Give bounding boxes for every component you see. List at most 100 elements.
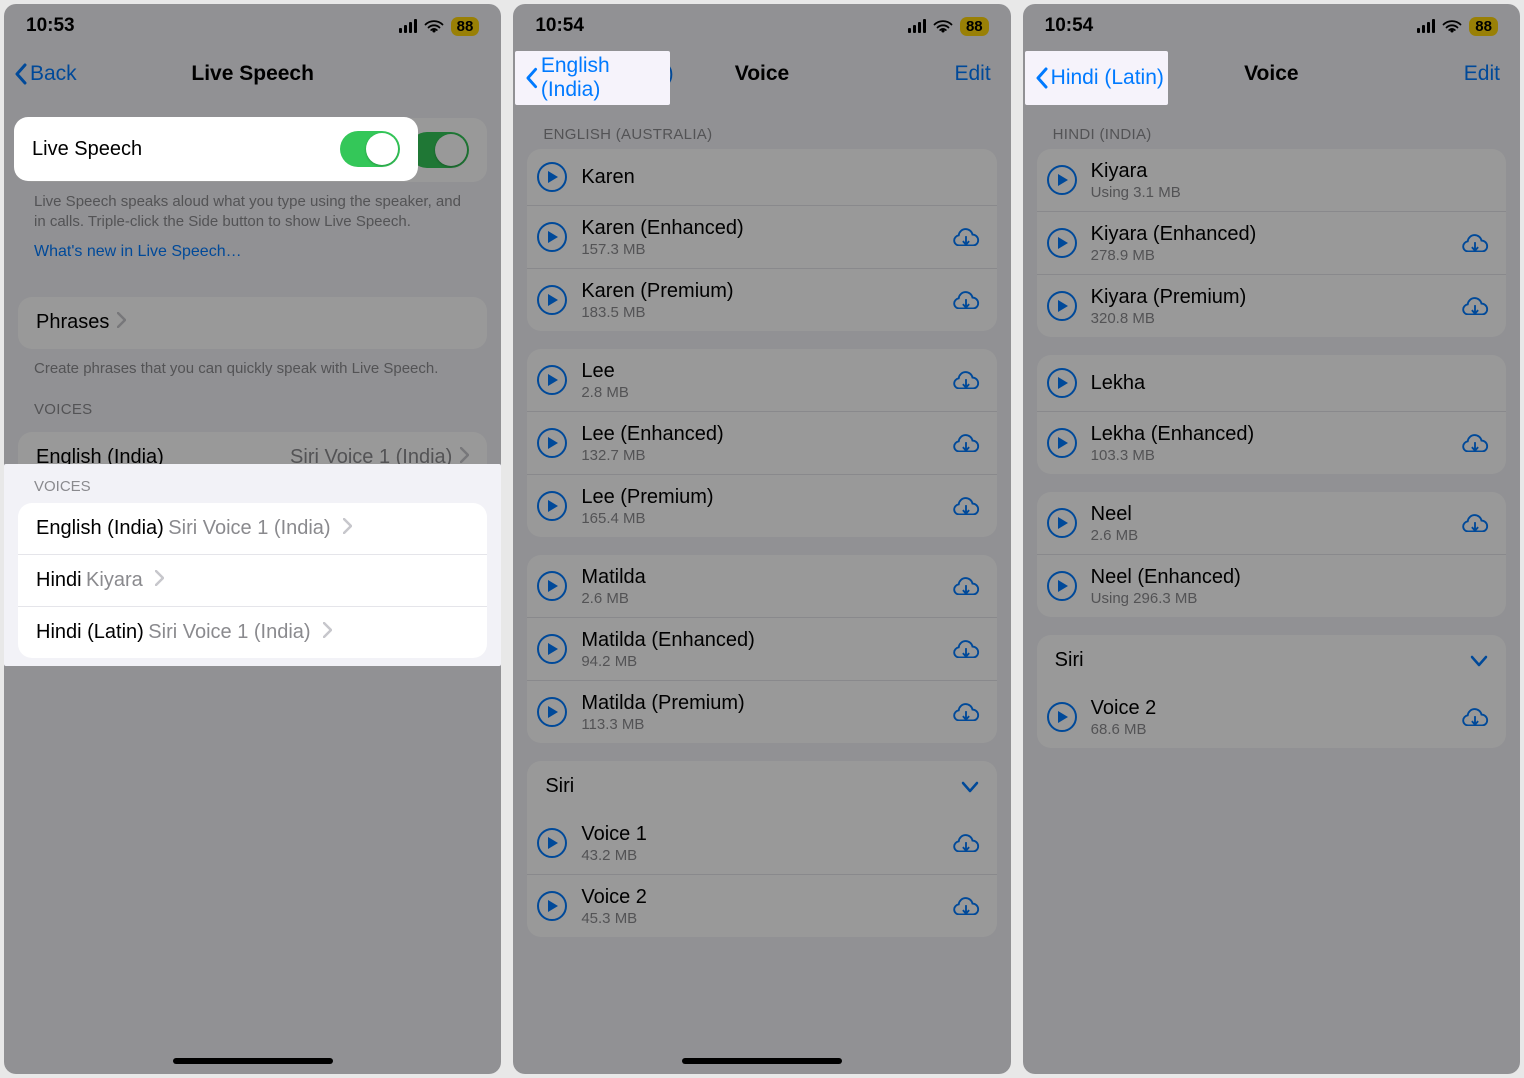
phrases-row[interactable]: Phrases (18, 297, 487, 349)
download-button[interactable] (951, 636, 981, 663)
voice-row[interactable]: Lekha (1037, 355, 1506, 411)
play-button[interactable] (1047, 228, 1077, 258)
voice-row[interactable]: Kiyara (Enhanced)278.9 MB (1037, 211, 1506, 274)
play-button[interactable] (537, 571, 567, 601)
voice-row[interactable]: KiyaraUsing 3.1 MB (1037, 149, 1506, 211)
play-button[interactable] (1047, 291, 1077, 321)
voice-name: Voice 2 (1091, 696, 1157, 720)
voice-lang-row[interactable]: Hindi (Latin) Siri Voice 1 (India) (18, 606, 487, 658)
voice-name: Matilda (Enhanced) (581, 628, 754, 652)
play-button[interactable] (1047, 428, 1077, 458)
voice-row[interactable]: Lee (Enhanced)132.7 MB (527, 411, 996, 474)
status-time: 10:54 (535, 15, 584, 37)
play-button[interactable] (537, 365, 567, 395)
play-icon (1058, 711, 1068, 723)
download-button[interactable] (951, 830, 981, 857)
status-time: 10:54 (1045, 15, 1094, 37)
play-button[interactable] (537, 428, 567, 458)
download-button[interactable] (1460, 430, 1490, 457)
voice-row[interactable]: Matilda (Enhanced)94.2 MB (527, 617, 996, 680)
voices-header: VOICES (34, 401, 471, 418)
home-indicator[interactable] (173, 1058, 333, 1064)
voice-row[interactable]: Neel (Enhanced)Using 296.3 MB (1037, 554, 1506, 617)
cloud-download-icon (951, 493, 981, 515)
download-button[interactable] (951, 430, 981, 457)
wifi-icon (1442, 19, 1462, 34)
edit-button[interactable]: Edit (1464, 62, 1500, 86)
voice-lang-row[interactable]: Hindi Kiyara (18, 554, 487, 606)
download-button[interactable] (1460, 230, 1490, 257)
home-indicator[interactable] (682, 1058, 842, 1064)
voice-row[interactable]: Karen (Enhanced)157.3 MB (527, 205, 996, 268)
play-button[interactable] (537, 491, 567, 521)
voice-row[interactable]: Voice 245.3 MB (527, 874, 996, 937)
play-button[interactable] (537, 162, 567, 192)
play-button[interactable] (537, 891, 567, 921)
battery-icon: 88 (960, 17, 989, 36)
highlight-live-speech-toggle[interactable] (340, 131, 400, 167)
voice-row[interactable]: Lekha (Enhanced)103.3 MB (1037, 411, 1506, 474)
siri-header-row[interactable]: Siri (1037, 635, 1506, 686)
play-button[interactable] (1047, 571, 1077, 601)
wifi-icon (933, 19, 953, 34)
download-button[interactable] (951, 287, 981, 314)
hl-label: Hindi (36, 569, 82, 591)
download-button[interactable] (951, 367, 981, 394)
voice-row[interactable]: Lee2.8 MB (527, 349, 996, 411)
voice-row[interactable]: Karen (Premium)183.5 MB (527, 268, 996, 331)
voice-row[interactable]: Karen (527, 149, 996, 205)
voice-row[interactable]: Voice 143.2 MB (527, 812, 996, 874)
download-button[interactable] (951, 493, 981, 520)
hl-detail: Kiyara (86, 569, 143, 591)
play-icon (1058, 437, 1068, 449)
voice-size: 113.3 MB (581, 716, 744, 733)
hl-back-label: Hindi (Latin) (1051, 66, 1164, 90)
siri-header-row[interactable]: Siri (527, 761, 996, 812)
voice-group: Lekha Lekha (Enhanced)103.3 MB (1037, 355, 1506, 474)
live-speech-description: Live Speech speaks aloud what you type u… (34, 192, 471, 233)
play-button[interactable] (537, 828, 567, 858)
play-icon (548, 294, 558, 306)
download-button[interactable] (1460, 510, 1490, 537)
play-button[interactable] (537, 697, 567, 727)
voice-row[interactable]: Neel2.6 MB (1037, 492, 1506, 554)
voice-row[interactable]: Voice 268.6 MB (1037, 686, 1506, 748)
voice-row[interactable]: Matilda2.6 MB (527, 555, 996, 617)
download-button[interactable] (951, 224, 981, 251)
voice-row[interactable]: Lee (Premium)165.4 MB (527, 474, 996, 537)
hl-back-label: English (India) (541, 54, 671, 102)
voice-size: 320.8 MB (1091, 310, 1247, 327)
download-button[interactable] (1460, 293, 1490, 320)
play-icon (1058, 377, 1068, 389)
play-button[interactable] (537, 634, 567, 664)
whats-new-link[interactable]: What's new in Live Speech… (34, 243, 471, 261)
download-button[interactable] (951, 699, 981, 726)
navbar: Back Live Speech (4, 44, 501, 104)
siri-header-label: Siri (1055, 649, 1084, 672)
play-button[interactable] (1047, 508, 1077, 538)
chevron-right-icon (460, 447, 469, 463)
download-button[interactable] (951, 573, 981, 600)
play-button[interactable] (1047, 702, 1077, 732)
voice-name: Voice 2 (581, 885, 647, 909)
screen-voice-english-india: 10:54 88 English (India) Voice Edit ENGL… (513, 4, 1010, 1074)
download-button[interactable] (951, 893, 981, 920)
voice-name: Lekha (1091, 371, 1146, 395)
play-button[interactable] (537, 222, 567, 252)
back-button[interactable]: Back (4, 62, 77, 86)
download-button[interactable] (1460, 704, 1490, 731)
voice-size: 103.3 MB (1091, 447, 1254, 464)
voice-group-header: HINDI (INDIA) (1053, 126, 1490, 143)
play-button[interactable] (1047, 368, 1077, 398)
voice-lang-row[interactable]: English (India) Siri Voice 1 (India) (18, 503, 487, 554)
play-button[interactable] (537, 285, 567, 315)
voice-name: Matilda (Premium) (581, 691, 744, 715)
play-button[interactable] (1047, 165, 1077, 195)
voice-row[interactable]: Matilda (Premium)113.3 MB (527, 680, 996, 743)
voice-name: Lee (Premium) (581, 485, 713, 509)
live-speech-toggle[interactable] (409, 132, 469, 168)
cloud-download-icon (1460, 510, 1490, 532)
voice-row[interactable]: Kiyara (Premium)320.8 MB (1037, 274, 1506, 337)
edit-button[interactable]: Edit (954, 62, 990, 86)
voice-name: Karen (581, 165, 634, 189)
